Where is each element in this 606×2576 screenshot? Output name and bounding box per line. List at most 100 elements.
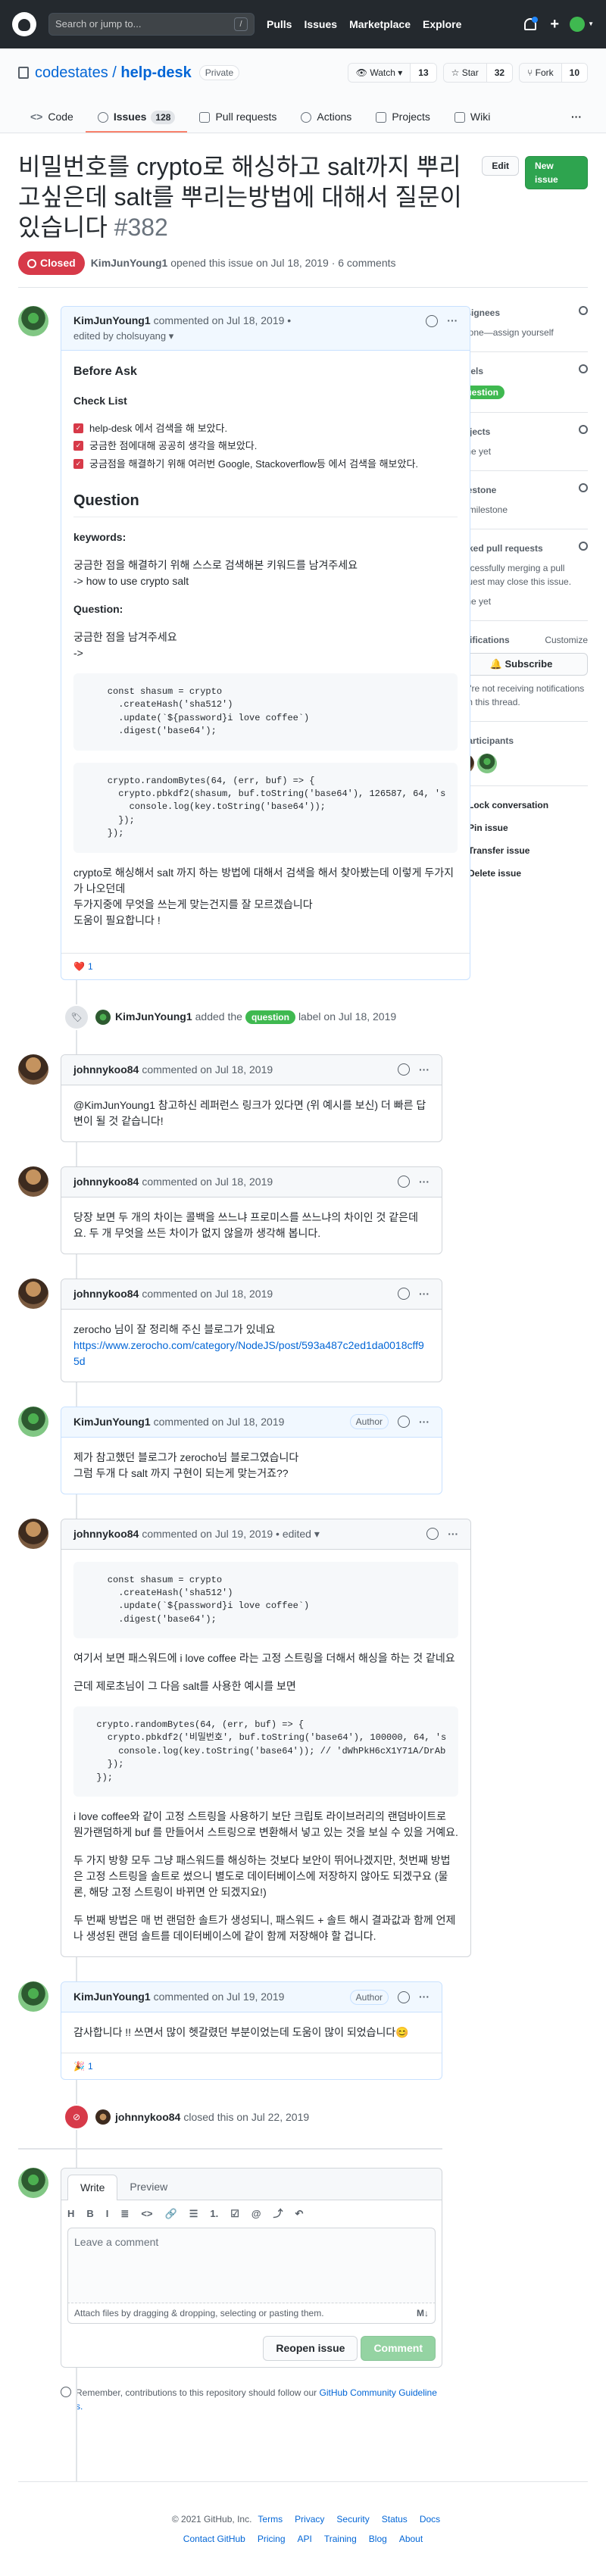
comment-button[interactable]: Comment	[361, 2335, 436, 2361]
kebab-horizontal-icon[interactable]: ···	[419, 1062, 430, 1078]
footer-link-status[interactable]: Status	[382, 2514, 408, 2524]
tab-preview[interactable]: Preview	[117, 2175, 180, 2200]
comment-textarea[interactable]: Leave a comment	[67, 2227, 436, 2303]
footer-link-training[interactable]: Training	[324, 2534, 357, 2544]
kebab-horizontal-icon[interactable]: ···	[419, 1414, 430, 1430]
footer-link-blog[interactable]: Blog	[369, 2534, 387, 2544]
tab-issues[interactable]: Issues 128	[85, 103, 188, 133]
watch-button[interactable]: 👁 Watch ▾ 13	[347, 63, 437, 83]
gear-icon[interactable]	[579, 483, 588, 492]
heart-reaction-icon[interactable]: ❤️	[73, 960, 85, 973]
avatar[interactable]	[18, 1166, 48, 1197]
comment-author[interactable]: johnnykoo84	[73, 1062, 139, 1078]
avatar[interactable]	[95, 1009, 111, 1025]
search-input[interactable]: Search or jump to... /	[48, 13, 255, 36]
footer-link-contact[interactable]: Contact GitHub	[183, 2534, 245, 2544]
comment-date[interactable]: commented on Jul 18, 2019	[142, 1062, 273, 1078]
tab-projects[interactable]: Projects	[364, 103, 442, 133]
heading-icon[interactable]: H	[67, 2206, 74, 2222]
checkbox-checked-icon[interactable]: ✓	[73, 423, 83, 433]
github-logo-icon[interactable]	[12, 12, 36, 36]
repo-name-link[interactable]: help-desk	[120, 64, 191, 81]
star-button[interactable]: ☆ Star 32	[442, 63, 514, 83]
avatar[interactable]	[18, 2168, 48, 2199]
footer-link-pricing[interactable]: Pricing	[258, 2534, 286, 2544]
new-issue-button[interactable]: New issue	[525, 156, 588, 189]
comment-date[interactable]: commented on Jul 18, 2019 •	[154, 313, 292, 329]
avatar[interactable]	[18, 1406, 48, 1437]
repo-owner-link[interactable]: codestates	[35, 64, 108, 81]
smiley-icon[interactable]	[426, 1528, 439, 1541]
issue-author-link[interactable]: KimJunYoung1	[91, 255, 168, 271]
avatar[interactable]	[18, 1518, 48, 1549]
footer-link-terms[interactable]: Terms	[258, 2514, 283, 2524]
footer-link-privacy[interactable]: Privacy	[295, 2514, 324, 2524]
nav-pulls[interactable]: Pulls	[267, 17, 292, 33]
transfer-issue-button[interactable]: Transfer issue	[454, 844, 588, 857]
comment-author[interactable]: KimJunYoung1	[73, 313, 151, 329]
edit-button[interactable]: Edit	[482, 156, 520, 176]
comment-author[interactable]: KimJunYoung1	[73, 1414, 151, 1430]
edited-by[interactable]: edited by cholsuyang	[73, 330, 166, 342]
pin-issue-button[interactable]: Pin issue	[454, 821, 588, 835]
reaction-count[interactable]: 1	[88, 960, 93, 973]
avatar[interactable]	[18, 1278, 48, 1309]
kebab-horizontal-icon[interactable]: ···	[565, 103, 588, 133]
gear-icon[interactable]	[579, 306, 588, 315]
user-avatar[interactable]	[570, 17, 586, 32]
event-actor[interactable]: johnnykoo84	[115, 2109, 180, 2125]
kebab-horizontal-icon[interactable]: ···	[447, 313, 458, 329]
comment-author[interactable]: KimJunYoung1	[73, 1989, 151, 2005]
italic-icon[interactable]: I	[106, 2206, 109, 2222]
plus-icon[interactable]: +	[550, 13, 559, 36]
comment-author[interactable]: johnnykoo84	[73, 1174, 139, 1190]
gear-icon[interactable]	[579, 425, 588, 434]
lock-conversation-button[interactable]: Lock conversation	[454, 798, 588, 812]
bold-icon[interactable]: B	[86, 2206, 93, 2222]
kebab-horizontal-icon[interactable]: ···	[419, 1286, 430, 1302]
comment-date[interactable]: commented on Jul 19, 2019 • edited	[142, 1526, 311, 1542]
watch-count[interactable]: 13	[410, 64, 436, 82]
star-count[interactable]: 32	[486, 64, 513, 82]
fork-button[interactable]: ⑂ Fork 10	[519, 63, 588, 83]
fork-count[interactable]: 10	[561, 64, 587, 82]
tab-write[interactable]: Write	[67, 2175, 118, 2201]
checkbox-checked-icon[interactable]: ✓	[73, 441, 83, 451]
gear-icon[interactable]	[579, 542, 588, 551]
code-icon[interactable]: <>	[141, 2206, 152, 2222]
kebab-horizontal-icon[interactable]: ···	[419, 1174, 430, 1190]
quote-icon[interactable]: ≣	[120, 2206, 129, 2222]
markdown-icon[interactable]: M↓	[417, 2306, 429, 2320]
reply-icon[interactable]: ↶	[295, 2206, 304, 2222]
nav-issues[interactable]: Issues	[304, 17, 337, 33]
smiley-icon[interactable]	[398, 1288, 410, 1300]
event-actor[interactable]: KimJunYoung1	[115, 1009, 192, 1025]
comment-date[interactable]: commented on Jul 18, 2019	[142, 1286, 273, 1302]
unordered-list-icon[interactable]: ☰	[189, 2206, 198, 2222]
reaction-count[interactable]: 1	[88, 2059, 93, 2073]
smiley-icon[interactable]	[398, 1416, 410, 1429]
link-icon[interactable]: 🔗	[165, 2206, 177, 2222]
tab-actions[interactable]: Actions	[289, 103, 364, 133]
smiley-icon[interactable]	[426, 314, 439, 327]
smiley-icon[interactable]	[398, 1991, 410, 2003]
mention-icon[interactable]: @	[251, 2206, 261, 2222]
ordered-list-icon[interactable]: 1.	[210, 2206, 218, 2222]
tab-wiki[interactable]: Wiki	[442, 103, 502, 133]
comment-date[interactable]: commented on Jul 19, 2019	[154, 1989, 285, 2005]
footer-link-api[interactable]: API	[298, 2534, 312, 2544]
reopen-issue-button[interactable]: Reopen issue	[263, 2335, 358, 2361]
smiley-icon[interactable]	[398, 1176, 410, 1188]
bell-icon[interactable]	[524, 17, 539, 30]
comment-author[interactable]: johnnykoo84	[73, 1526, 139, 1542]
avatar[interactable]	[18, 306, 48, 336]
delete-issue-button[interactable]: Delete issue	[454, 866, 588, 880]
comment-date[interactable]: commented on Jul 18, 2019	[154, 1414, 285, 1430]
comment-author[interactable]: johnnykoo84	[73, 1286, 139, 1302]
tada-reaction-icon[interactable]: 🎉	[73, 2059, 85, 2073]
nav-explore[interactable]: Explore	[423, 17, 461, 33]
comment-date[interactable]: commented on Jul 18, 2019	[142, 1174, 273, 1190]
tab-code[interactable]: <> Code	[18, 103, 86, 133]
avatar[interactable]	[95, 2109, 111, 2125]
participant-avatar[interactable]	[477, 753, 497, 773]
